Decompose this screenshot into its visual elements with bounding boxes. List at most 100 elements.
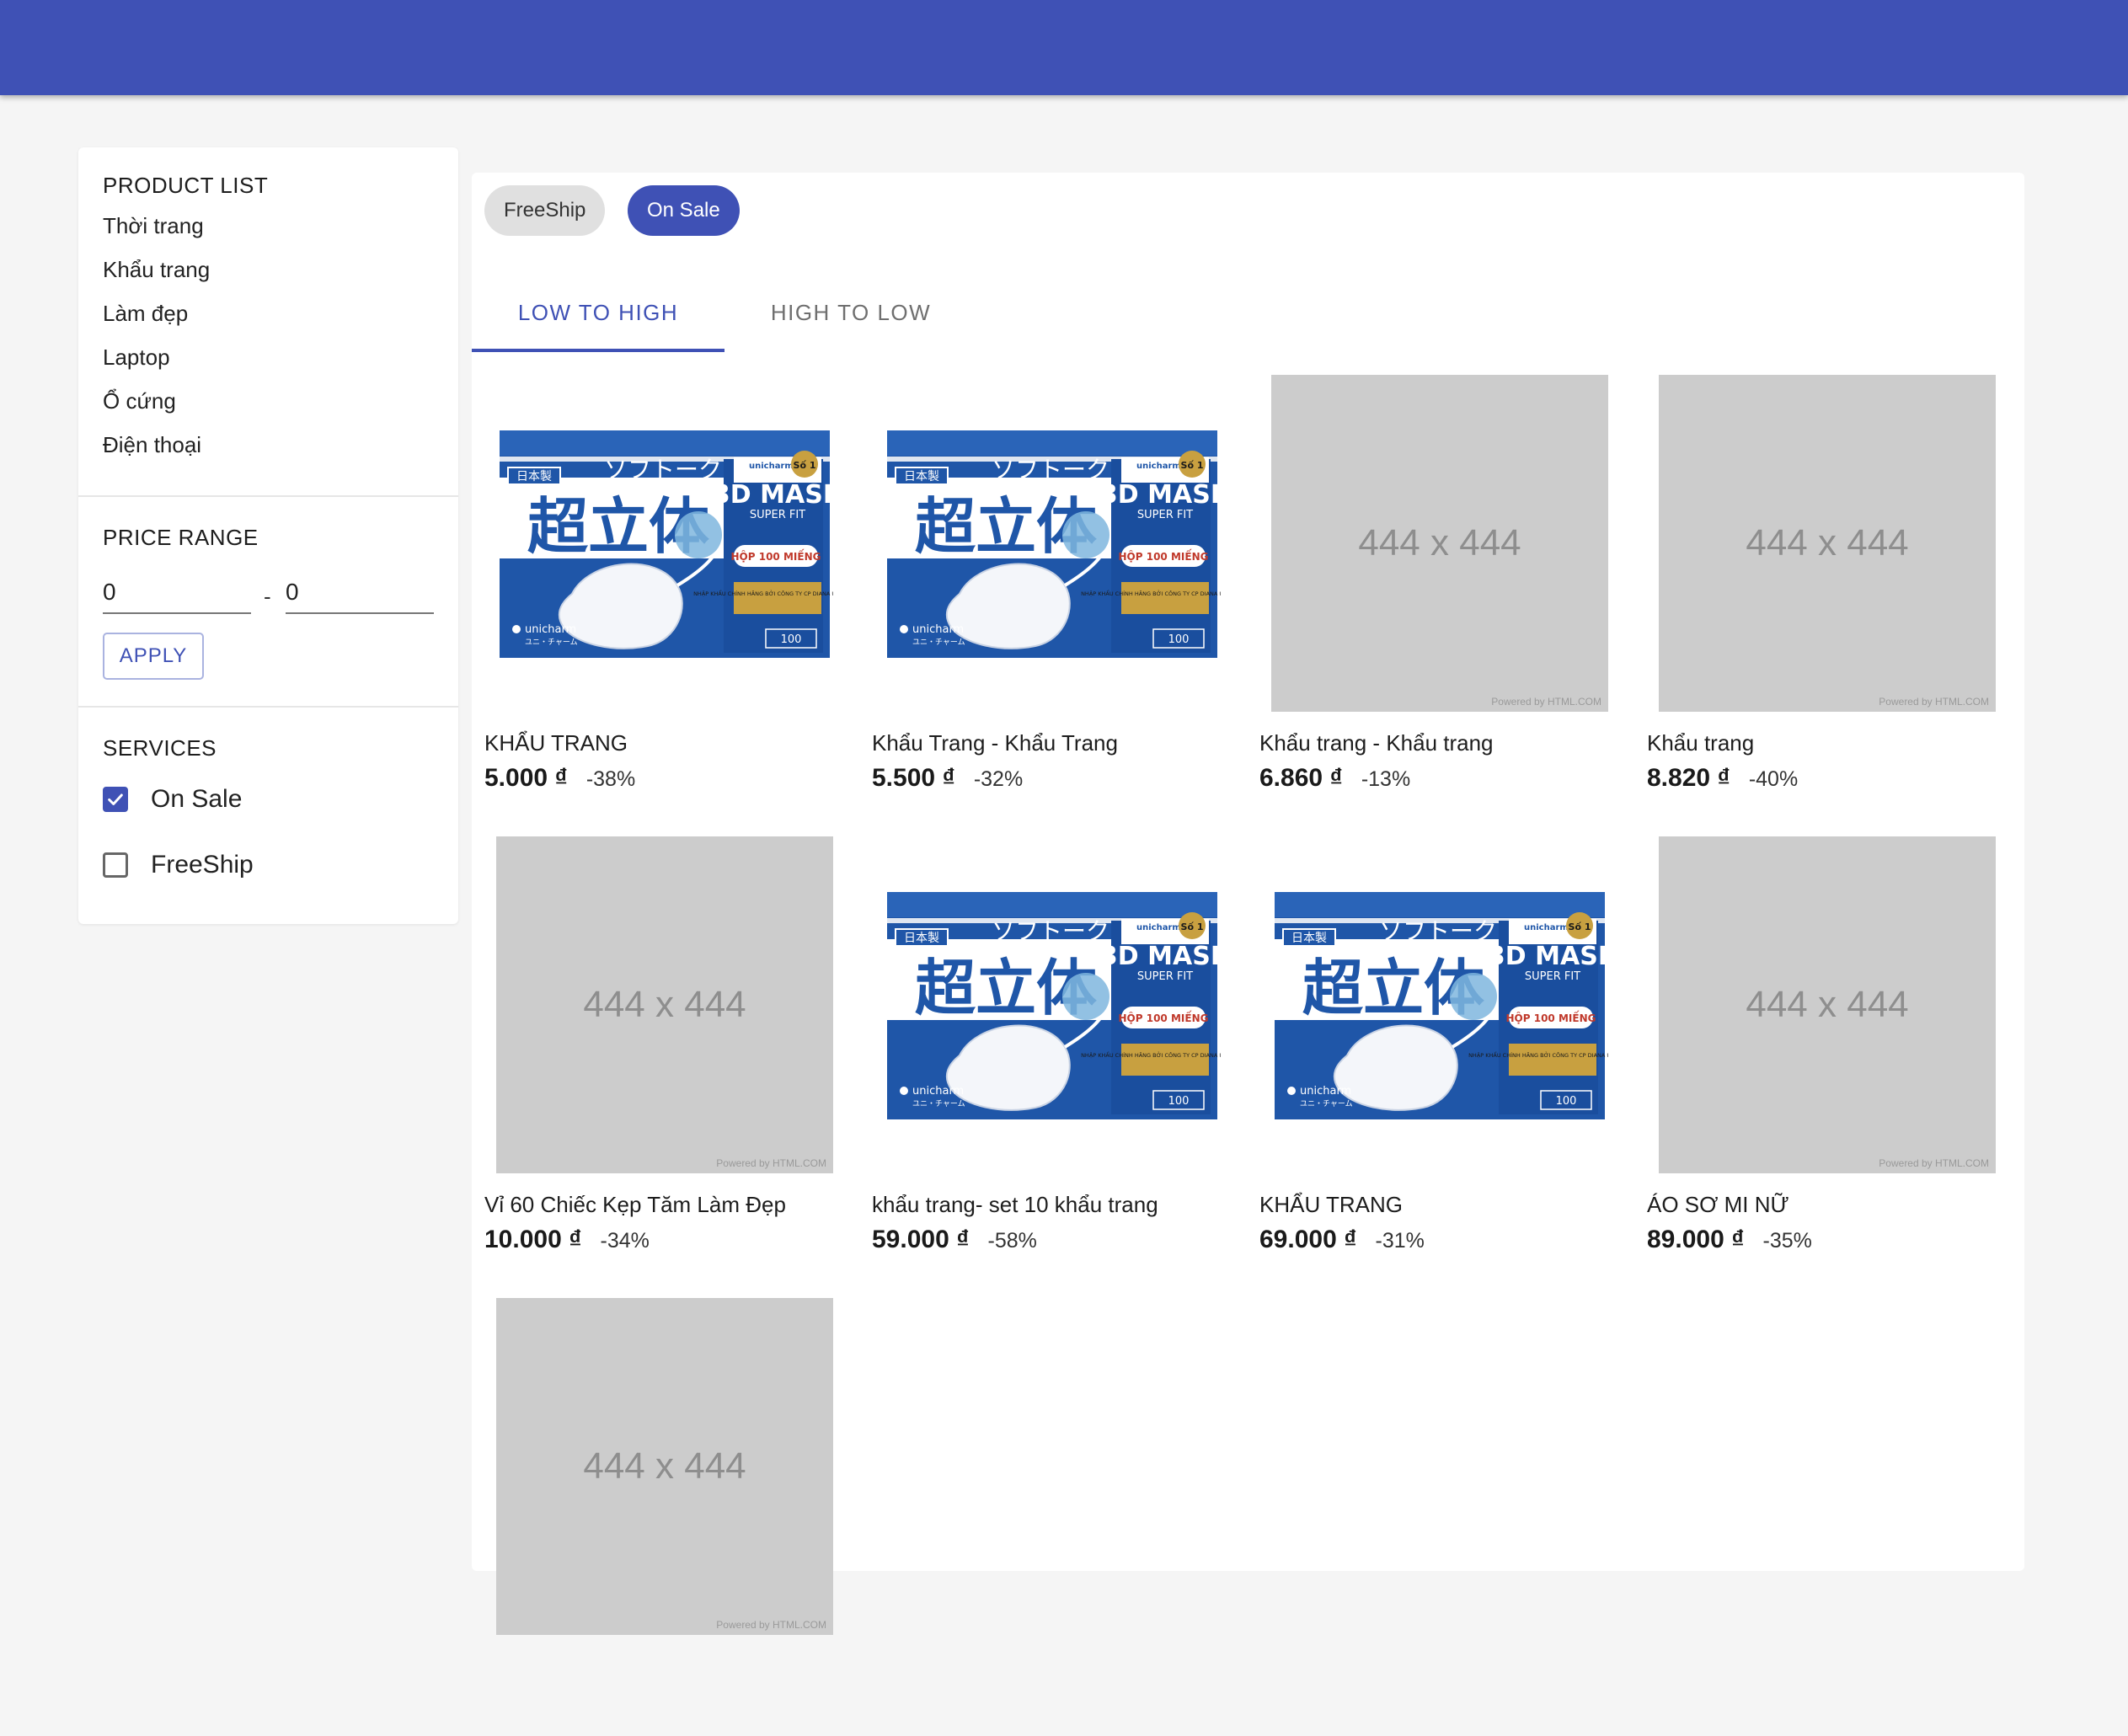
placeholder-powered-text: Powered by HTML.COM [1879, 1157, 1989, 1169]
chip-freeship[interactable]: FreeShip [484, 185, 606, 236]
product-image[interactable]: 日本製 ソフトーク 超立体 unicharm Số 1 3D MASK SUPE… [1271, 836, 1637, 1173]
category-item[interactable]: Khẩu trang [103, 248, 434, 291]
product-price: 6.860 ₫ [1259, 764, 1343, 792]
price-row: 10.000 ₫ -34% [484, 1226, 650, 1254]
brand-kana: ユニ・チャーム [912, 638, 965, 647]
price-range-separator: - [264, 584, 271, 609]
product-list-section: PRODUCT LIST Thời trang Khẩu trang Làm đẹp… [103, 173, 434, 467]
made-in-label: 日本製 [516, 470, 552, 483]
product-discount: -40% [1748, 767, 1799, 791]
price-row: 6.860 ₫ -13% [1259, 764, 1410, 793]
product-image[interactable]: 444 x 444 Powered by HTML.COM [1659, 375, 1996, 712]
mask-brand-bottom: unicharm [525, 623, 576, 636]
price-min-input[interactable] [103, 572, 251, 614]
product-name[interactable]: KHẨU TRANG [1259, 1192, 1403, 1218]
product-card[interactable]: 444 x 444 Powered by HTML.COM ÁO SƠ MI NỮ 8… [1634, 836, 2022, 1274]
product-image[interactable]: 444 x 444 Powered by HTML.COM [1271, 375, 1608, 712]
product-card[interactable]: 日本製 ソフトーク 超立体 unicharm Số 1 3D MASK SUPE… [472, 375, 862, 813]
tab-low-to-high[interactable]: LOW TO HIGH [472, 274, 724, 351]
service-label: On Sale [151, 785, 243, 813]
image-placeholder: 444 x 444 Powered by HTML.COM [1659, 375, 1996, 712]
product-image[interactable]: 日本製 ソフトーク 超立体 unicharm Số 1 3D MASK SUPE… [496, 375, 862, 712]
placeholder-size-text: 444 x 444 [583, 1445, 746, 1487]
product-name[interactable]: khẩu trang- set 10 khẩu trang [872, 1192, 1158, 1218]
product-card[interactable]: 日本製 ソフトーク 超立体 unicharm Số 1 3D MASK SUPE… [859, 836, 1249, 1274]
mask-brand-bottom: unicharm [912, 1085, 964, 1098]
category-item[interactable]: Ổ cứng [103, 379, 434, 423]
placeholder-powered-text: Powered by HTML.COM [1491, 696, 1601, 708]
price-max-input[interactable] [286, 572, 434, 614]
product-image[interactable]: 444 x 444 Powered by HTML.COM [496, 1298, 833, 1635]
mask-qty: 100 [1168, 1095, 1190, 1108]
product-card[interactable]: 444 x 444 Powered by HTML.COM Khẩu trang 8.… [1634, 375, 2022, 813]
product-name[interactable]: Khẩu trang - Khẩu trang [1259, 730, 1494, 756]
product-discount: -35% [1762, 1229, 1812, 1253]
product-price: 5.000 ₫ [484, 764, 568, 792]
product-discount: -13% [1361, 767, 1411, 791]
checkbox-unchecked-icon[interactable] [103, 852, 128, 878]
service-freeship[interactable]: FreeShip [103, 851, 254, 879]
apply-button[interactable]: APPLY [103, 633, 204, 680]
tab-high-to-low[interactable]: HIGH TO LOW [724, 274, 977, 351]
product-image[interactable]: 日本製 ソフトーク 超立体 unicharm Số 1 3D MASK SUPE… [884, 836, 1249, 1173]
mask-title: 3D MASK [713, 480, 833, 510]
product-name[interactable]: KHẨU TRANG [484, 730, 628, 756]
product-card[interactable]: 444 x 444 Powered by HTML.COM Vỉ 60 Chiếc … [472, 836, 859, 1274]
checkbox-checked-icon[interactable] [103, 787, 128, 812]
service-on-sale[interactable]: On Sale [103, 785, 242, 814]
product-name[interactable]: Vỉ 60 Chiếc Kẹp Tăm Làm Đẹp [484, 1192, 786, 1218]
divider [78, 495, 458, 497]
product-price: 69.000 ₫ [1259, 1226, 1357, 1253]
brand-kana: ユニ・チャーム [525, 638, 578, 647]
placeholder-size-text: 444 x 444 [1358, 522, 1521, 564]
category-item[interactable]: Làm đẹp [103, 291, 434, 335]
import-note: NHẬP KHẨU CHÍNH HÃNG BỞI CÔNG TY CP DIAN… [693, 589, 833, 597]
brand-kana: ユニ・チャーム [1300, 1099, 1353, 1108]
rank-badge: Số 1 [1181, 921, 1204, 932]
product-card[interactable]: 日本製 ソフトーク 超立体 unicharm Số 1 3D MASK SUPE… [859, 375, 1249, 813]
product-name[interactable]: Khẩu Trang - Khẩu Trang [872, 730, 1118, 756]
count-badge: HỘP 100 MIẾNG [731, 549, 821, 563]
placeholder-powered-text: Powered by HTML.COM [716, 1619, 826, 1631]
product-list-title: PRODUCT LIST [103, 173, 269, 198]
product-image-mask-box: 日本製 ソフトーク 超立体 unicharm Số 1 3D MASK SUPE… [884, 836, 1249, 1173]
import-note: NHẬP KHẨU CHÍNH HÃNG BỞI CÔNG TY CP DIAN… [1468, 1050, 1608, 1059]
sort-tabs: LOW TO HIGH HIGH TO LOW [472, 274, 977, 353]
product-image[interactable]: 444 x 444 Powered by HTML.COM [496, 836, 833, 1173]
product-price: 89.000 ₫ [1647, 1226, 1745, 1253]
product-image-mask-box: 日本製 ソフトーク 超立体 unicharm Số 1 3D MASK SUPE… [884, 375, 1249, 712]
rank-badge: Số 1 [794, 460, 816, 471]
product-card[interactable]: 日本製 ソフトーク 超立体 unicharm Số 1 3D MASK SUPE… [1247, 836, 1637, 1274]
product-price: 59.000 ₫ [872, 1226, 970, 1253]
rank-badge: Số 1 [1569, 921, 1591, 932]
import-note: NHẬP KHẨU CHÍNH HÃNG BỞI CÔNG TY CP DIAN… [1081, 589, 1221, 597]
brand-jp: ソフトーク [1379, 917, 1497, 945]
made-in-label: 日本製 [904, 470, 939, 483]
app-bar [0, 0, 2128, 95]
count-badge: HỘP 100 MIẾNG [1119, 549, 1209, 563]
brand-jp: ソフトーク [992, 456, 1109, 483]
product-image[interactable]: 日本製 ソフトーク 超立体 unicharm Số 1 3D MASK SUPE… [884, 375, 1249, 712]
product-name[interactable]: ÁO SƠ MI NỮ [1647, 1192, 1789, 1218]
mask-qty: 100 [1168, 633, 1190, 646]
product-image[interactable]: 444 x 444 Powered by HTML.COM [1659, 836, 1996, 1173]
product-name[interactable]: Khẩu trang [1647, 730, 1754, 756]
placeholder-powered-text: Powered by HTML.COM [1879, 696, 1989, 708]
chip-on-sale[interactable]: On Sale [628, 185, 740, 236]
product-discount: -58% [987, 1229, 1037, 1253]
product-panel: FreeShip On Sale LOW TO HIGH HIGH TO LOW… [472, 173, 2024, 1635]
product-card[interactable]: 444 x 444 Powered by HTML.COM [472, 1298, 859, 1736]
product-price: 10.000 ₫ [484, 1226, 582, 1253]
services-section: SERVICES [103, 735, 434, 761]
category-item[interactable]: Laptop [103, 335, 434, 379]
count-badge: HỘP 100 MIẾNG [1506, 1011, 1596, 1024]
price-row: 89.000 ₫ -35% [1647, 1226, 1812, 1254]
import-note: NHẬP KHẨU CHÍNH HÃNG BỞI CÔNG TY CP DIAN… [1081, 1050, 1221, 1059]
price-row: 5.000 ₫ -38% [484, 764, 635, 793]
mask-subtitle: SUPER FIT [750, 509, 805, 521]
category-item[interactable]: Thời trang [103, 204, 434, 248]
image-placeholder: 444 x 444 Powered by HTML.COM [496, 1298, 833, 1635]
mask-title: 3D MASK [1100, 942, 1221, 971]
product-card[interactable]: 444 x 444 Powered by HTML.COM Khẩu trang -… [1247, 375, 1634, 813]
category-item[interactable]: Điện thoại [103, 423, 434, 467]
